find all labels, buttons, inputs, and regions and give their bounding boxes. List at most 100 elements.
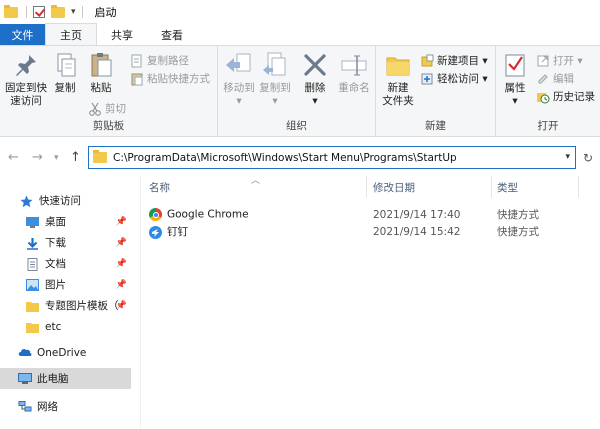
copy-path-icon [130,54,144,68]
properties-button[interactable]: 属性 ▾ [500,50,530,108]
divider [26,6,27,18]
modified-cell: 2021/9/14 17:40 [373,208,461,221]
new-item-label: 新建项目 ▾ [437,55,488,67]
nav-item-etc[interactable]: etc [0,316,131,337]
paste-icon [86,50,116,80]
recent-locations-chevron-icon[interactable]: ▾ [54,153,59,163]
new-item-button[interactable]: 新建项目 ▾ [420,53,488,68]
folder-icon [26,321,39,333]
title-bar: ▾ 启动 [0,0,600,24]
folder-icon [4,4,18,18]
forward-arrow-icon[interactable]: → [32,150,43,165]
refresh-icon[interactable]: ↻ [583,151,593,165]
properties-check-icon[interactable] [33,6,45,18]
easy-access-icon [420,72,434,86]
dingtalk-icon [149,225,162,239]
column-header-type[interactable]: 类型 [497,180,518,195]
paste-shortcut-label: 粘贴快捷方式 [147,73,210,85]
easy-access-label: 轻松访问 ▾ [437,73,488,85]
customize-qat-dropdown-icon[interactable]: ▾ [71,7,76,17]
move-to-label: 移动到 ▾ [223,82,255,107]
copy-path-label: 复制路径 [147,55,189,67]
nav-item-downloads[interactable]: 下载 📌 [0,232,131,253]
open-group: 属性 ▾ 打开 ▾ 编辑 历史记录 打开 [496,46,600,136]
organize-group: 移动到 ▾ 复制到 ▾ 删除 ▾ 重命名 组织 [218,46,376,136]
address-path: C:\ProgramData\Microsoft\Windows\Start M… [113,151,457,164]
rename-button[interactable]: 重命名 [336,50,372,95]
copy-path-button[interactable]: 复制路径 [130,53,189,68]
clipboard-group-label: 剪贴板 [92,120,125,132]
new-folder-button[interactable]: 新建 文件夹 [380,50,416,108]
copy-icon [50,50,80,80]
column-divider[interactable] [366,176,367,198]
pictures-icon [26,279,39,291]
open-button[interactable]: 打开 ▾ [536,53,583,68]
type-cell: 快捷方式 [497,209,539,221]
nav-item-pictures[interactable]: 图片 📌 [0,274,131,295]
nav-item-special-templates[interactable]: 专题图片模板（ 📌 [0,295,131,316]
this-pc-icon [18,373,32,384]
nav-item-network[interactable]: 网络 [0,396,131,417]
paste-button[interactable]: 粘贴 [88,50,114,95]
star-icon [20,195,33,208]
copy-button[interactable]: 复制 [52,50,78,95]
tab-share[interactable]: 共享 [97,24,147,45]
navigation-pane: 快速访问 桌面 📌 下载 📌 文档 📌 图片 📌 专题图片模板（ 📌 etc O… [0,176,140,429]
column-divider[interactable] [578,176,579,198]
ribbon-tabs: 文件 主页 共享 查看 [0,23,600,45]
document-icon [26,258,39,271]
easy-access-button[interactable]: 轻松访问 ▾ [420,71,488,86]
paste-shortcut-button[interactable]: 粘贴快捷方式 [130,71,210,86]
pin-to-quick-access-button[interactable]: 固定到快 速访问 [4,50,48,108]
chrome-icon [149,208,162,221]
edit-button[interactable]: 编辑 [536,71,574,86]
tab-home[interactable]: 主页 [45,23,97,45]
history-icon [536,90,550,104]
new-item-icon [420,54,434,68]
pin-icon[interactable]: 📌 [116,259,127,269]
properties-icon [500,50,530,80]
pin-icon[interactable]: 📌 [116,238,127,248]
modified-cell: 2021/9/14 15:42 [373,225,461,238]
nav-item-onedrive[interactable]: OneDrive [0,342,131,363]
copy-label: 复制 [54,82,76,94]
cut-button[interactable]: 剪切 [88,101,126,116]
pin-icon[interactable]: 📌 [116,301,127,311]
back-arrow-icon[interactable]: ← [8,150,19,165]
open-label: 打开 ▾ [553,55,583,67]
nav-label: etc [45,320,62,333]
pin-icon[interactable]: 📌 [116,217,127,227]
new-folder-qat-icon[interactable] [51,4,65,18]
column-header-name[interactable]: 名称 [149,180,170,195]
column-divider[interactable] [491,176,492,198]
up-arrow-icon[interactable]: ↑ [70,150,81,165]
move-to-button[interactable]: 移动到 ▾ [222,50,256,108]
sort-up-chevron-icon: ︿ [251,176,261,186]
history-label: 历史记录 [553,91,595,103]
tab-file[interactable]: 文件 [0,24,45,45]
column-header-modified[interactable]: 修改日期 [373,180,415,195]
network-icon [18,401,32,412]
pin-icon[interactable]: 📌 [116,280,127,290]
clipboard-group: 固定到快 速访问 复制 粘贴 复制路径 粘贴快捷方式 剪切 剪贴板 [0,46,218,136]
onedrive-icon [18,347,32,358]
address-history-chevron-icon[interactable]: ▾ [565,152,570,162]
table-row[interactable]: 钉钉 2021/9/14 15:42 快捷方式 [147,223,597,240]
nav-label: OneDrive [37,346,87,359]
nav-label: 下载 [45,237,66,249]
paste-shortcut-icon [130,72,144,86]
paste-label: 粘贴 [90,82,112,94]
table-row[interactable]: Google Chrome 2021/9/14 17:40 快捷方式 [147,206,597,223]
nav-item-desktop[interactable]: 桌面 📌 [0,211,131,232]
history-button[interactable]: 历史记录 [536,89,595,104]
window-title: 启动 [94,6,117,19]
nav-item-this-pc[interactable]: 此电脑 [0,368,131,389]
copy-to-button[interactable]: 复制到 ▾ [258,50,292,108]
divider [81,6,83,18]
address-bar[interactable]: C:\ProgramData\Microsoft\Windows\Start M… [88,146,576,169]
tab-view[interactable]: 查看 [147,24,197,45]
delete-button[interactable]: 删除 ▾ [302,50,328,108]
nav-item-documents[interactable]: 文档 📌 [0,253,131,274]
nav-item-quick-access[interactable]: 快速访问 [0,190,131,211]
pin-icon [11,50,41,80]
